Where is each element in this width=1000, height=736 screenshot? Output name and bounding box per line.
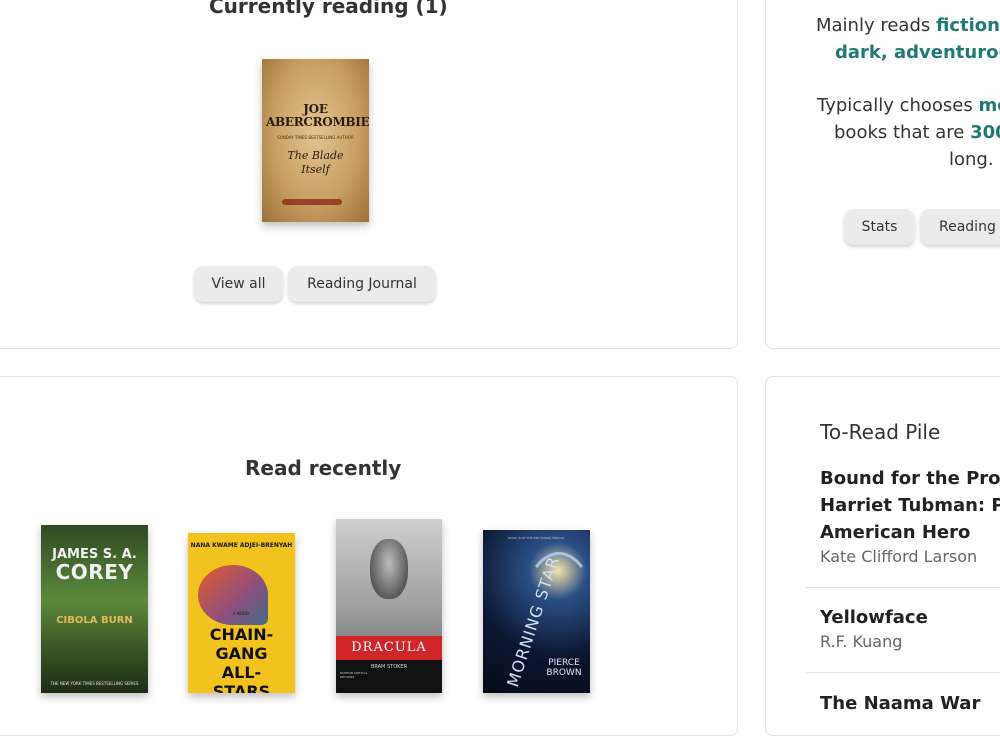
current-book-title-2: Itself — [262, 163, 369, 176]
stats-genre-value: fiction — [936, 15, 1000, 36]
chain-gang-sub: A NOVEL — [188, 611, 295, 616]
morning-star-author: PIERCE BROWN — [544, 658, 584, 678]
chain-gang-title: CHAIN-GANG ALL-STARS — [188, 625, 295, 693]
to-read-title-line[interactable]: Harriet Tubman: Por — [820, 493, 1000, 519]
blood-stain-decoration — [282, 199, 342, 205]
stats-line-length: books that are 300 — [834, 122, 1000, 143]
dracula-portrait-decoration — [370, 539, 408, 599]
reading-journal-button[interactable]: Reading Journal — [288, 266, 436, 302]
reading-button[interactable]: Reading — [920, 209, 1000, 245]
stats-length-value: 300 — [970, 122, 1000, 143]
to-read-title-line[interactable]: American Hero — [820, 520, 970, 546]
morning-star-sub: BOOK III OF THE RED RISING TRILOGY — [483, 536, 590, 540]
to-read-title-line[interactable]: Bound for the Promis — [820, 466, 1000, 492]
stats-length-prefix: books that are — [834, 122, 970, 143]
to-read-divider — [806, 672, 1000, 673]
current-book-author: JOE ABERCROMBIE — [262, 103, 369, 129]
to-read-title-line[interactable]: The Naama War — [820, 691, 980, 717]
stats-button[interactable]: Stats — [844, 209, 915, 245]
cibola-title: CIBOLA BURN — [41, 615, 148, 626]
read-recently-heading: Read recently — [245, 456, 401, 480]
stats-pace-value: me — [978, 95, 1000, 116]
to-read-author: Kate Clifford Larson — [820, 547, 977, 566]
dracula-title: DRACULA — [336, 640, 442, 655]
stats-line-genre: Mainly reads fiction b — [816, 15, 1000, 36]
stats-genre-prefix: Mainly reads — [816, 15, 936, 36]
to-read-divider — [806, 587, 1000, 588]
current-book-title-1: The Blade — [262, 149, 369, 162]
cibola-footer: THE NEW YORK TIMES BESTSELLING SERIES — [41, 681, 148, 686]
recent-book-cibola-burn[interactable]: JAMES S. A. COREY CIBOLA BURN THE NEW YO… — [41, 525, 148, 693]
to-read-author: R.F. Kuang — [820, 632, 902, 651]
view-all-button[interactable]: View all — [194, 266, 283, 302]
to-read-heading: To-Read Pile — [820, 420, 940, 444]
to-read-title-line[interactable]: Yellowface — [820, 605, 928, 631]
recent-book-morning-star[interactable]: BOOK III OF THE RED RISING TRILOGY MORNI… — [483, 530, 590, 693]
current-book-tagline: SUNDAY TIMES BESTSELLING AUTHOR — [262, 135, 369, 140]
stats-line-length-suffix: long. — [949, 149, 994, 170]
stats-line-pace: Typically chooses me — [817, 95, 1000, 116]
dracula-series: NORTON CRITICAL EDITIONS — [340, 671, 370, 679]
stats-pace-prefix: Typically chooses — [817, 95, 978, 116]
recent-book-dracula[interactable]: DRACULA BRAM STOKER NORTON CRITICAL EDIT… — [336, 519, 442, 693]
chain-gang-author: NANA KWAME ADJEI-BRENYAH — [188, 542, 295, 549]
stats-line-mood: dark, adventurous — [835, 42, 1000, 63]
current-book-cover[interactable]: JOE ABERCROMBIE SUNDAY TIMES BESTSELLING… — [262, 59, 369, 222]
cibola-author-2: COREY — [41, 560, 148, 584]
currently-reading-heading: Currently reading (1) — [209, 0, 448, 18]
recent-book-chain-gang-all-stars[interactable]: NANA KWAME ADJEI-BRENYAH A NOVEL CHAIN-G… — [188, 533, 295, 693]
chain-gang-flame-decoration — [198, 565, 268, 625]
dracula-author: BRAM STOKER — [336, 664, 442, 670]
